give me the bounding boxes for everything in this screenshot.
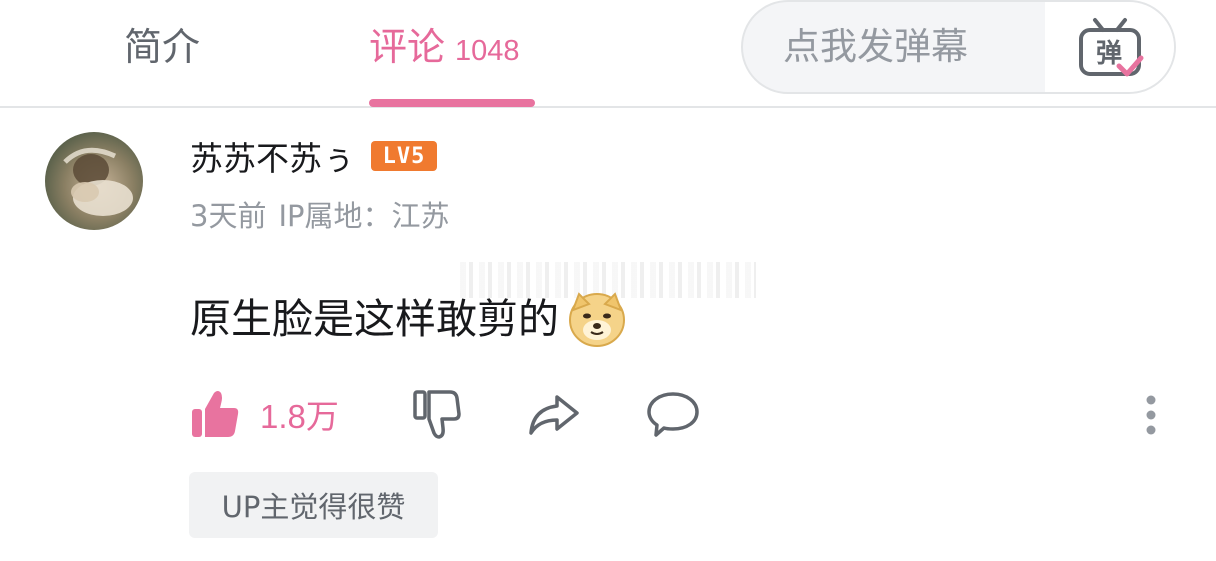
- thumbs-up-icon: [192, 391, 239, 437]
- like-button[interactable]: 1.8万: [190, 386, 339, 442]
- tab-intro[interactable]: 简介: [124, 22, 200, 72]
- comment-content: 原生脸是这样敢剪的: [190, 290, 627, 348]
- danmaku-toggle-button[interactable]: 弹: [1045, 2, 1174, 92]
- danmaku-bar: 点我发弹幕 弹: [741, 0, 1176, 94]
- thumbs-down-icon: [413, 390, 461, 439]
- tab-comments[interactable]: 评论 1048: [369, 22, 520, 76]
- like-count: 1.8万: [260, 398, 339, 435]
- share-icon: [529, 395, 579, 435]
- video-tabs-header: 简介 评论 1048 点我发弹幕 弹: [0, 0, 1216, 108]
- more-options-button[interactable]: [1140, 386, 1162, 442]
- doge-emoji-icon: [569, 292, 625, 347]
- comment-page: 简介 评论 1048 点我发弹幕 弹 苏苏不苏ぅ LV5 3天前 IP属地：江苏…: [0, 0, 1216, 561]
- share-button[interactable]: [527, 386, 581, 442]
- up-liked-badge: UP主觉得很赞: [189, 472, 438, 538]
- danmaku-input[interactable]: 点我发弹幕: [743, 2, 1045, 92]
- level-badge: LV5: [371, 141, 437, 171]
- tab-comments-label: 评论: [369, 25, 446, 69]
- avatar-image: [63, 147, 133, 216]
- comments-count: 1048: [455, 35, 520, 67]
- comment-text: 原生脸是这样敢剪的: [190, 295, 559, 343]
- speech-bubble-icon: [647, 392, 699, 437]
- comment-actions: 1.8万: [190, 386, 1190, 442]
- username[interactable]: 苏苏不苏ぅ: [190, 132, 355, 180]
- comment-meta: 3天前 IP属地：江苏: [190, 193, 450, 235]
- reply-button[interactable]: [646, 386, 700, 442]
- more-vertical-icon: [1146, 395, 1156, 435]
- active-tab-indicator: [369, 99, 535, 107]
- comment-time: 3天前: [190, 199, 267, 233]
- ip-location: IP属地：江苏: [278, 199, 450, 233]
- danmaku-tv-icon: 弹: [1079, 18, 1144, 77]
- comment-author: 苏苏不苏ぅ LV5: [190, 136, 437, 178]
- dislike-button[interactable]: [412, 386, 462, 442]
- avatar[interactable]: [45, 132, 143, 230]
